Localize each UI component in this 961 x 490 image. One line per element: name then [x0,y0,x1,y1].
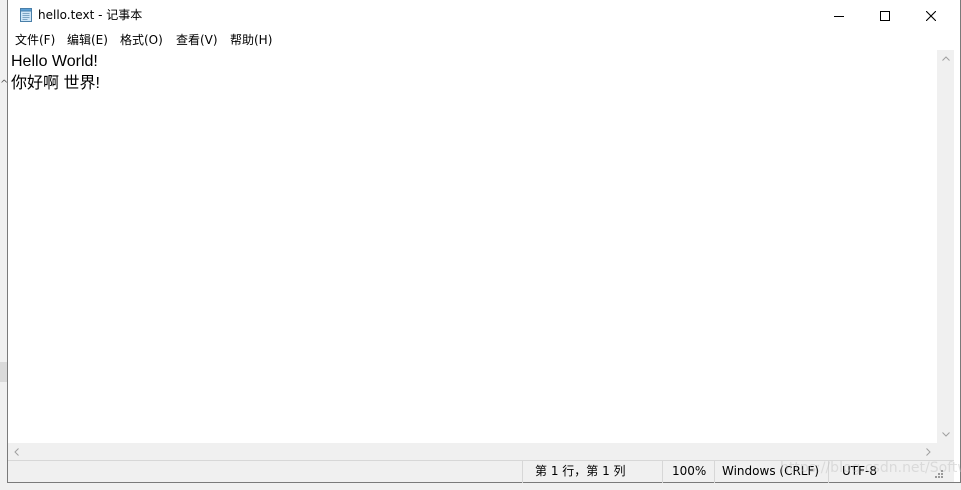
window-title: hello.text - 记事本 [38,8,143,22]
horizontal-scrollbar[interactable] [8,443,937,460]
maximize-button[interactable] [862,0,908,31]
scroll-right-icon[interactable] [920,443,937,460]
notepad-window: hello.text - 记事本 文件(F) 编辑(E) 格式(O) 查看(V)… [7,0,961,483]
notepad-icon [18,7,34,23]
background-window-strip: ^ [0,0,8,490]
vertical-scrollbar[interactable] [937,50,954,443]
menu-format[interactable]: 格式(O) [120,33,163,48]
editor-line: 你好啊 世界! [11,75,100,92]
menu-view[interactable]: 查看(V) [176,33,218,48]
menu-file[interactable]: 文件(F) [15,33,55,48]
close-icon [926,10,936,21]
text-editor[interactable]: Hello World! 你好啊 世界! [8,50,937,443]
minimize-button[interactable] [816,0,862,31]
scroll-up-icon[interactable] [937,50,954,67]
maximize-icon [880,10,890,21]
menu-bar: 文件(F) 编辑(E) 格式(O) 查看(V) 帮助(H) [8,31,960,50]
menu-edit[interactable]: 编辑(E) [67,33,108,48]
title-bar[interactable]: hello.text - 记事本 [8,0,960,31]
scrollbar-corner [937,443,954,460]
cursor-position: 第 1 行，第 1 列 [522,461,662,483]
zoom-level: 100% [662,461,714,483]
menu-help[interactable]: 帮助(H) [230,33,272,48]
scroll-down-icon[interactable] [937,426,954,443]
minimize-icon [834,11,844,21]
resize-grip-icon[interactable] [932,464,944,478]
scroll-left-icon[interactable] [8,443,25,460]
editor-line: Hello World! [11,53,98,70]
close-button[interactable] [908,0,954,31]
background-selection-band [0,362,7,382]
